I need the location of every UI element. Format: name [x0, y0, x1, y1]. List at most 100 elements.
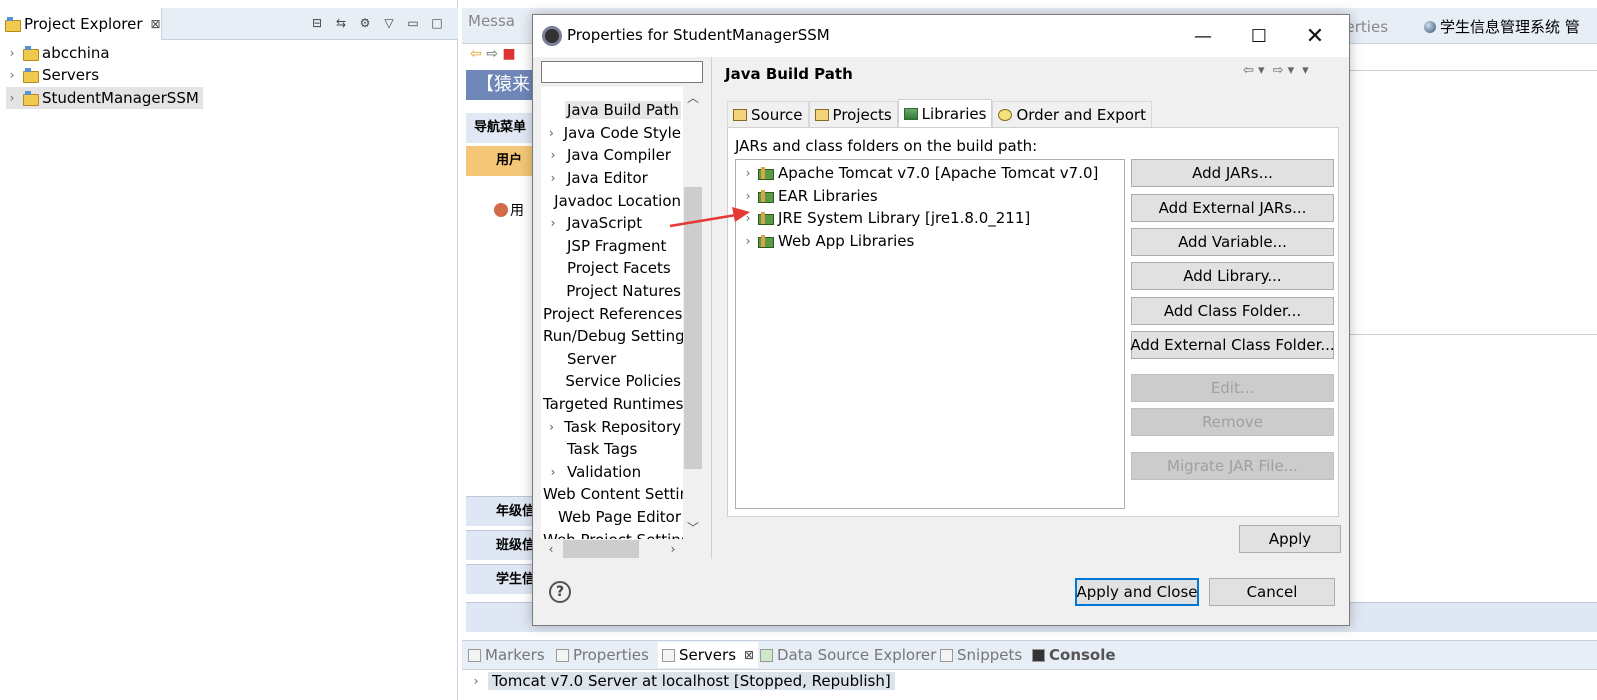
projects-icon [814, 108, 829, 121]
libraries-caption: JARs and class folders on the build path… [735, 137, 1038, 155]
filter-input[interactable] [541, 61, 703, 83]
nav-item[interactable]: Task Tags [541, 438, 683, 461]
nav-item[interactable]: Java Build Path [541, 99, 683, 122]
chevron-right-icon[interactable]: › [742, 166, 754, 180]
nav-item[interactable]: › Task Repository [541, 415, 683, 438]
chevron-down-icon[interactable]: ﹀ [683, 519, 703, 539]
edit-button[interactable]: Edit... [1131, 374, 1334, 402]
link-with-editor-icon[interactable]: ⇆ [332, 14, 350, 32]
nav-item[interactable]: Web Content Settings [541, 483, 683, 506]
order-export-icon [998, 108, 1013, 121]
view-menu-icon[interactable]: ▽ [380, 14, 398, 32]
chevron-right-icon[interactable]: › [470, 674, 482, 688]
nav-item[interactable]: › Java Compiler [541, 144, 683, 167]
back-icon[interactable]: ⇦ ▾ [1243, 63, 1265, 78]
add-variable-button[interactable]: Add Variable... [1131, 228, 1334, 256]
nav-item[interactable]: › Validation [541, 461, 683, 484]
filter-icon[interactable]: ⚙ [356, 14, 374, 32]
tab-markers[interactable]: Markers [468, 646, 545, 664]
tab-servers[interactable]: Servers ⊠ [658, 642, 759, 668]
migrate-jar-button[interactable]: Migrate JAR File... [1131, 452, 1334, 480]
list-item[interactable]: › EAR Libraries [742, 185, 878, 208]
server-row[interactable]: › Tomcat v7.0 Server at localhost [Stopp… [470, 672, 895, 690]
servers-icon [662, 648, 675, 662]
apply-and-close-button[interactable]: Apply and Close [1075, 578, 1199, 606]
tree-item-servers[interactable]: › Servers [6, 64, 99, 86]
nav-item[interactable]: Server [541, 348, 683, 371]
tree-item-studentmanagerssm[interactable]: › StudentManagerSSM [6, 87, 203, 109]
tab-data-source-explorer[interactable]: Data Source Explorer [760, 646, 936, 664]
dialog-title: Properties for StudentManagerSSM [567, 26, 830, 44]
add-external-jars-button[interactable]: Add External JARs... [1131, 194, 1334, 222]
cancel-button[interactable]: Cancel [1209, 578, 1335, 606]
nav-item[interactable]: Web Page Editor [541, 506, 683, 529]
chevron-right-icon[interactable]: › [742, 234, 754, 248]
nav-item[interactable]: Project References [541, 302, 683, 325]
forward-icon[interactable]: ⇨ [486, 46, 498, 62]
console-icon [1032, 648, 1045, 662]
chevron-right-icon[interactable]: › [541, 420, 562, 434]
tab-system-page[interactable]: 学生信息管理系统 管 [1424, 16, 1580, 37]
nav-item[interactable]: Service Policies [541, 370, 683, 393]
stop-icon[interactable]: ■ [502, 46, 515, 62]
chevron-left-icon[interactable]: ‹ [543, 539, 559, 559]
chevron-right-icon[interactable]: › [541, 126, 562, 140]
nav-item[interactable]: › Java Code Style [541, 122, 683, 145]
tab-properties-view[interactable]: Properties [556, 646, 649, 664]
chevron-up-icon[interactable]: ︿ [683, 89, 703, 109]
dialog-titlebar[interactable]: Properties for StudentManagerSSM — ☐ ✕ [533, 15, 1349, 57]
collapse-all-icon[interactable]: ⊟ [308, 14, 326, 32]
nav-item[interactable]: Run/Debug Settings [541, 325, 683, 348]
apply-button[interactable]: Apply [1239, 525, 1341, 553]
tab-order-and-export[interactable]: Order and Export [992, 101, 1152, 127]
nav-item[interactable]: Project Facets [541, 257, 683, 280]
nav-item[interactable]: Project Natures [541, 280, 683, 303]
user-menu-item[interactable]: 用 [494, 200, 524, 220]
help-icon[interactable]: ? [549, 581, 571, 603]
tab-snippets[interactable]: Snippets [940, 646, 1022, 664]
chevron-right-icon[interactable]: › [6, 91, 18, 105]
maximize-icon[interactable]: □ [428, 14, 446, 32]
remove-button[interactable]: Remove [1131, 408, 1334, 436]
maximize-button[interactable]: ☐ [1231, 15, 1287, 57]
tree-item-abcchina[interactable]: › abcchina [6, 42, 110, 64]
chevron-right-icon[interactable]: › [541, 148, 565, 162]
list-item[interactable]: › Web App Libraries [742, 230, 915, 253]
chevron-right-icon[interactable]: › [742, 189, 754, 203]
chevron-right-icon[interactable]: › [541, 216, 565, 230]
minimize-icon[interactable]: ▭ [404, 14, 422, 32]
chevron-right-icon[interactable]: › [6, 68, 18, 82]
add-jars-button[interactable]: Add JARs... [1131, 159, 1334, 187]
nav-item[interactable]: › Java Editor [541, 167, 683, 190]
forward-icon[interactable]: ⇨ ▾ [1273, 63, 1295, 78]
tab-libraries[interactable]: Libraries [897, 99, 993, 127]
close-icon[interactable]: ⊠ [151, 17, 161, 31]
libraries-list[interactable]: › Apache Tomcat v7.0 [Apache Tomcat v7.0… [735, 159, 1125, 509]
chevron-right-icon[interactable]: › [6, 46, 18, 60]
add-class-folder-button[interactable]: Add Class Folder... [1131, 297, 1334, 325]
nav-item[interactable]: Javadoc Location [541, 189, 683, 212]
back-icon[interactable]: ⇦ [470, 46, 482, 62]
tab-messages[interactable]: Messa [468, 12, 515, 30]
list-item[interactable]: › JRE System Library [jre1.8.0_211] [742, 207, 1031, 230]
nav-item-label: Task Repository [564, 417, 681, 436]
nav-hscroll-thumb[interactable] [563, 540, 639, 558]
minimize-button[interactable]: — [1175, 15, 1231, 57]
view-menu-icon[interactable]: ▾ [1302, 63, 1309, 78]
tab-source[interactable]: Source [727, 101, 809, 127]
chevron-right-icon[interactable]: › [541, 465, 565, 479]
chevron-right-icon[interactable]: › [665, 539, 681, 559]
tab-project-explorer[interactable]: Project Explorer ⊠ [0, 8, 162, 40]
chevron-right-icon[interactable]: › [541, 171, 565, 185]
nav-item[interactable]: JSP Fragment [541, 235, 683, 258]
close-icon[interactable]: ⊠ [744, 648, 754, 662]
nav-item[interactable]: › JavaScript [541, 212, 683, 235]
tab-projects[interactable]: Projects [808, 101, 898, 127]
list-item[interactable]: › Apache Tomcat v7.0 [Apache Tomcat v7.0… [742, 162, 1099, 185]
nav-item[interactable]: Targeted Runtimes [541, 393, 683, 416]
tab-console[interactable]: Console [1032, 646, 1116, 664]
sash-divider[interactable] [711, 57, 712, 559]
close-button[interactable]: ✕ [1287, 15, 1343, 57]
add-external-class-folder-button[interactable]: Add External Class Folder... [1130, 331, 1335, 359]
add-library-button[interactable]: Add Library... [1131, 262, 1334, 290]
